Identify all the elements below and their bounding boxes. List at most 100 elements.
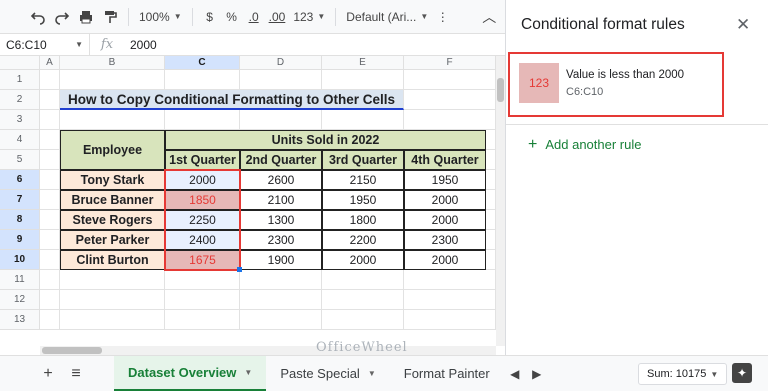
horizontal-scrollbar[interactable] — [40, 346, 496, 355]
close-icon[interactable]: ✕ — [736, 15, 750, 35]
data-cell[interactable]: 2000 — [404, 190, 486, 210]
data-cell[interactable]: 2150 — [322, 170, 404, 190]
grid-cell[interactable] — [165, 110, 240, 130]
row-header-7[interactable]: 7 — [0, 190, 40, 210]
data-cell[interactable]: 1950 — [322, 190, 404, 210]
grid-cell[interactable] — [322, 290, 404, 310]
row-header-9[interactable]: 9 — [0, 230, 40, 250]
data-cell[interactable]: 1300 — [240, 210, 322, 230]
grid-cell[interactable] — [40, 190, 60, 210]
grid-cell[interactable] — [40, 90, 60, 110]
percent-format-button[interactable]: % — [221, 4, 243, 30]
grid-cell[interactable] — [240, 310, 322, 330]
row-header-5[interactable]: 5 — [0, 150, 40, 170]
data-cell[interactable]: 2000 — [404, 250, 486, 270]
print-icon[interactable] — [74, 4, 98, 30]
data-cell[interactable]: 1950 — [404, 170, 486, 190]
scroll-right-icon[interactable]: ▶ — [526, 367, 548, 381]
column-header-c[interactable]: C — [165, 56, 240, 70]
row-header-12[interactable]: 12 — [0, 290, 40, 310]
font-select[interactable]: Default (Ari... ▼ — [342, 4, 432, 30]
grid-cell[interactable] — [322, 110, 404, 130]
row-header-6[interactable]: 6 — [0, 170, 40, 190]
grid-cell[interactable] — [404, 110, 496, 130]
grid-cell[interactable] — [322, 310, 404, 330]
add-sheet-icon[interactable]: + — [34, 365, 62, 383]
grid-cell[interactable] — [60, 270, 165, 290]
grid-cell[interactable] — [40, 70, 60, 90]
grid-cell[interactable] — [40, 270, 60, 290]
scrollbar-thumb[interactable] — [497, 78, 504, 102]
employee-name[interactable]: Tony Stark — [60, 170, 165, 190]
column-header-d[interactable]: D — [240, 56, 322, 70]
currency-format-button[interactable]: $ — [199, 4, 221, 30]
employee-name[interactable]: Steve Rogers — [60, 210, 165, 230]
row-header-3[interactable]: 3 — [0, 110, 40, 130]
grid-cell[interactable] — [60, 70, 165, 90]
employee-name[interactable]: Peter Parker — [60, 230, 165, 250]
redo-icon[interactable] — [50, 4, 74, 30]
tab-dataset-overview[interactable]: Dataset Overview ▼ — [114, 355, 267, 391]
grid-cell[interactable] — [60, 110, 165, 130]
grid-cell[interactable] — [60, 290, 165, 310]
data-cell[interactable]: 2000 — [165, 170, 240, 190]
vertical-scrollbar[interactable] — [496, 56, 505, 346]
zoom-select[interactable]: 100% ▼ — [135, 4, 186, 30]
grid-cell[interactable] — [165, 270, 240, 290]
grid-cell[interactable] — [165, 70, 240, 90]
grid-cell[interactable] — [404, 90, 496, 110]
name-box[interactable]: C6:C10 ▼ — [0, 33, 90, 56]
grid-cell[interactable] — [240, 110, 322, 130]
sum-indicator[interactable]: Sum: 10175 ▼ — [638, 363, 728, 385]
row-header-4[interactable]: 4 — [0, 130, 40, 150]
grid-cell[interactable] — [240, 290, 322, 310]
row-header-2[interactable]: 2 — [0, 90, 40, 110]
data-cell[interactable]: 2300 — [404, 230, 486, 250]
spreadsheet-grid[interactable]: A B C D E F 1 2 3 4 5 6 7 8 9 10 11 12 13 How to Copy Condi… — [0, 56, 496, 346]
row-header-1[interactable]: 1 — [0, 70, 40, 90]
scroll-left-icon[interactable]: ◀ — [504, 367, 526, 381]
formula-input[interactable]: 2000 — [124, 38, 157, 52]
data-cell[interactable]: 2300 — [240, 230, 322, 250]
grid-cell[interactable] — [40, 230, 60, 250]
tab-format-painter[interactable]: Format Painter — [390, 356, 504, 391]
data-cell[interactable]: 2100 — [240, 190, 322, 210]
grid-cell[interactable] — [240, 70, 322, 90]
more-icon[interactable]: ⋮ — [432, 4, 454, 30]
grid-cell[interactable] — [40, 250, 60, 270]
grid-cell[interactable] — [404, 290, 496, 310]
employee-name[interactable]: Bruce Banner — [60, 190, 165, 210]
grid-cell[interactable] — [60, 310, 165, 330]
paint-format-icon[interactable] — [98, 4, 122, 30]
grid-cell[interactable] — [404, 70, 496, 90]
data-cell[interactable]: 2250 — [165, 210, 240, 230]
grid-cell[interactable] — [165, 290, 240, 310]
grid-cell[interactable] — [40, 170, 60, 190]
increase-decimal-button[interactable]: .00 — [265, 4, 290, 30]
decrease-decimal-button[interactable]: .0 — [243, 4, 265, 30]
data-cell[interactable]: 2000 — [322, 250, 404, 270]
data-cell[interactable]: 2000 — [404, 210, 486, 230]
number-format-select[interactable]: 123 ▼ — [289, 4, 329, 30]
fill-handle[interactable] — [237, 267, 242, 272]
row-header-8[interactable]: 8 — [0, 210, 40, 230]
grid-cell[interactable] — [40, 290, 60, 310]
data-cell[interactable]: 2400 — [165, 230, 240, 250]
data-cell[interactable]: 1900 — [240, 250, 322, 270]
grid-cell[interactable] — [40, 310, 60, 330]
column-header-f[interactable]: F — [404, 56, 496, 70]
row-header-13[interactable]: 13 — [0, 310, 40, 330]
select-all-corner[interactable] — [0, 56, 40, 70]
data-cell[interactable]: 1850 — [165, 190, 240, 210]
column-header-b[interactable]: B — [60, 56, 165, 70]
all-sheets-icon[interactable]: ≡ — [62, 365, 90, 383]
grid-cell[interactable] — [404, 270, 496, 290]
row-header-10[interactable]: 10 — [0, 250, 40, 270]
data-cell[interactable]: 1675 — [165, 250, 240, 270]
grid-cell[interactable] — [40, 210, 60, 230]
explore-icon[interactable]: ✦ — [732, 363, 752, 383]
undo-icon[interactable] — [26, 4, 50, 30]
tab-paste-special[interactable]: Paste Special ▼ — [266, 356, 389, 391]
grid-cell[interactable] — [40, 110, 60, 130]
grid-cell[interactable] — [240, 270, 322, 290]
